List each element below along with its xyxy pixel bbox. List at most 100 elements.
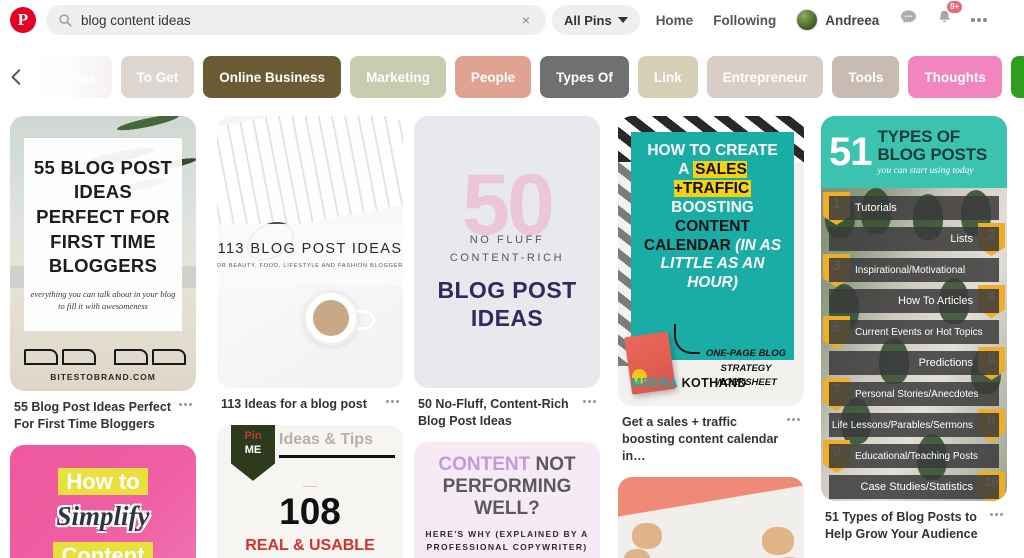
pin-line-2: A SALES +TRAFFIC — [638, 160, 787, 199]
infographic-row-label: Current Events or Hot Topics — [855, 326, 983, 338]
pin-infographic-header: 51 TYPES OF BLOG POSTS you can start usi… — [821, 116, 1007, 188]
pin-card[interactable]: 55 BLOG POST IDEAS PERFECT FOR FIRST TIM… — [10, 116, 196, 433]
search-input[interactable] — [81, 12, 518, 28]
pin-image[interactable]: 55 BLOG POST IDEAS PERFECT FOR FIRST TIM… — [10, 116, 196, 391]
nut-decoration — [624, 548, 650, 558]
filter-pill-label: To Get — [136, 69, 179, 85]
salmon-banner-decoration — [618, 476, 804, 517]
pin-heading-part2: NOT — [530, 453, 576, 475]
nav-following[interactable]: Following — [713, 13, 776, 28]
pin-line-3: BOOSTING — [671, 198, 754, 216]
pin-column-2: 113 BLOG POST IDEAS FOR BEAUTY, FOOD, LI… — [217, 116, 403, 558]
pin-title: Get a sales + traffic boosting content c… — [622, 415, 779, 463]
pin-column-5: 51 TYPES OF BLOG POSTS you can start usi… — [821, 116, 1007, 555]
pin-card[interactable]: 113 BLOG POST IDEAS FOR BEAUTY, FOOD, LI… — [217, 116, 403, 413]
pin-meta: 51 Types of Blog Posts to Help Grow Your… — [821, 501, 1007, 543]
filter-pill-thoughts[interactable]: Thoughts — [908, 56, 1002, 98]
filter-pill-track: Articles To Get Online Business Marketing Pe… — [0, 56, 1024, 98]
pin-meta: 113 Ideas for a blog post — [217, 388, 403, 413]
infographic-row-label: Tutorials — [855, 202, 897, 214]
infographic-row-label: Personal Stories/Anecdotes — [855, 388, 979, 400]
pin-more-icon[interactable] — [583, 396, 596, 403]
clear-search-icon[interactable]: × — [518, 13, 534, 27]
pin-column-1: 55 BLOG POST IDEAS PERFECT FOR FIRST TIM… — [10, 116, 196, 558]
chevron-down-icon — [617, 17, 628, 23]
pin-image[interactable]: HOW TO CREATE A SALES +TRAFFIC BOOSTING … — [618, 116, 804, 406]
pin-line-3: Content — [10, 541, 196, 558]
pin-image[interactable]: 113 BLOG POST IDEAS FOR BEAUTY, FOOD, LI… — [217, 116, 403, 388]
pin-image[interactable]: How to Simplify Content — [10, 444, 196, 558]
infographic-row-label: Inspirational/Motivational — [855, 264, 966, 276]
pin-more-icon[interactable] — [179, 399, 192, 406]
pin-meta: 55 Blog Post Ideas Perfect For First Tim… — [10, 391, 196, 433]
pin-card[interactable]: 50 NO FLUFF CONTENT-RICH BLOG POST IDEAS… — [414, 116, 600, 430]
infographic-row: How To Articles — [829, 289, 999, 313]
pin-heading-part3: PERFORMING WELL? — [442, 475, 572, 519]
pin-number: 51 — [829, 130, 872, 174]
pin-subheading: FOR BEAUTY, FOOD, LIFESTYLE AND FASHION … — [217, 263, 403, 269]
scroll-left-icon[interactable] — [8, 68, 26, 86]
filter-pill-types-of[interactable]: Types Of — [540, 56, 629, 98]
pin-image[interactable]: CONTENT NOT PERFORMING WELL? HERE'S WHY … — [414, 441, 600, 558]
infographic-row: Tutorials — [829, 196, 999, 220]
filter-pill-awesome[interactable]: Awesome — [1010, 56, 1024, 98]
chat-bubble-icon — [901, 10, 917, 24]
filter-pill-tools[interactable]: Tools — [832, 56, 900, 98]
pin-meta: Get a sales + traffic boosting content c… — [618, 406, 804, 465]
infographic-row-label: Case Studies/Statistics — [860, 481, 974, 493]
pin-more-icon[interactable] — [787, 414, 800, 421]
nav-home[interactable]: Home — [656, 13, 694, 28]
filter-pill-label: Tools — [848, 69, 884, 85]
filter-pill-to-get[interactable]: To Get — [120, 56, 195, 98]
filter-pill-articles[interactable]: Articles — [30, 56, 112, 98]
filter-pill-marketing[interactable]: Marketing — [350, 56, 446, 98]
pin-card[interactable]: 50 INSPIRING — [618, 476, 804, 558]
pin-image[interactable]: 51 TYPES OF BLOG POSTS you can start usi… — [821, 116, 1007, 501]
pin-image[interactable]: 50 INSPIRING — [618, 476, 804, 558]
pin-line-7: HOUR) — [687, 274, 738, 292]
pinterest-logo-icon[interactable]: P — [10, 7, 36, 33]
beach-chairs-decoration — [10, 327, 196, 365]
infographic-row-label: Educational/Teaching Posts — [855, 450, 978, 462]
filter-pill-label: Online Business — [219, 69, 326, 85]
filter-pill-entrepreneur[interactable]: Entrepreneur — [706, 56, 824, 98]
filter-pill-online-business[interactable]: Online Business — [203, 56, 342, 98]
author-last-name: KOTHAND — [681, 376, 747, 390]
pin-more-icon[interactable] — [386, 396, 399, 403]
pin-card[interactable]: Pin ME Ideas & Tips — 108 REAL & USABLE — [217, 424, 403, 558]
pin-image[interactable]: 50 NO FLUFF CONTENT-RICH BLOG POST IDEAS — [414, 116, 600, 388]
messages-icon[interactable] — [899, 8, 918, 32]
pin-infographic-body: 1Tutorials2Lists3Inspirational/Motivatio… — [821, 188, 1007, 501]
pin-line-1: NO FLUFF — [469, 234, 545, 246]
pin-more-icon[interactable] — [990, 509, 1003, 516]
infographic-row: Life Lessons/Parables/Sermons — [829, 413, 999, 437]
all-pins-dropdown[interactable]: All Pins — [552, 5, 640, 35]
pin-heading: Ideas & Tips — [279, 431, 395, 458]
user-profile-link[interactable]: Andreea — [796, 9, 879, 31]
pin-image[interactable]: Pin ME Ideas & Tips — 108 REAL & USABLE — [217, 424, 403, 558]
infographic-row: Inspirational/Motivational — [829, 258, 999, 282]
pin-line-2: CONTENT-RICH — [449, 252, 565, 264]
infographic-row: Current Events or Hot Topics — [829, 320, 999, 344]
notifications-icon[interactable]: 9+ — [936, 1, 963, 32]
cup-handle-decoration — [357, 310, 375, 330]
pin-overlay-text: HOW TO CREATE A SALES +TRAFFIC BOOSTING … — [631, 132, 794, 360]
pin-grid: 55 BLOG POST IDEAS PERFECT FOR FIRST TIM… — [0, 116, 1024, 558]
pin-line-5a: CALENDAR — [643, 236, 736, 254]
pin-card[interactable]: How to Simplify Content — [10, 444, 196, 558]
pin-card[interactable]: HOW TO CREATE A SALES +TRAFFIC BOOSTING … — [618, 116, 804, 465]
filter-pill-label: Types Of — [556, 69, 613, 85]
notification-badge: 9+ — [947, 1, 963, 13]
search-bar[interactable]: × — [46, 5, 546, 35]
avatar — [796, 9, 819, 31]
pin-me-label-top: Pin — [244, 429, 262, 442]
pin-card[interactable]: 51 TYPES OF BLOG POSTS you can start usi… — [821, 116, 1007, 543]
nut-decoration — [762, 526, 794, 555]
pin-column-4: HOW TO CREATE A SALES +TRAFFIC BOOSTING … — [618, 116, 804, 558]
pin-card[interactable]: CONTENT NOT PERFORMING WELL? HERE'S WHY … — [414, 441, 600, 558]
filter-pill-link[interactable]: Link — [637, 56, 698, 98]
more-options-icon[interactable] — [971, 18, 987, 22]
pin-header-text: TYPES OF BLOG POSTS you can start using … — [878, 127, 988, 177]
filter-pill-people[interactable]: People — [454, 56, 532, 98]
filter-pill-label: Entrepreneur — [722, 69, 808, 85]
